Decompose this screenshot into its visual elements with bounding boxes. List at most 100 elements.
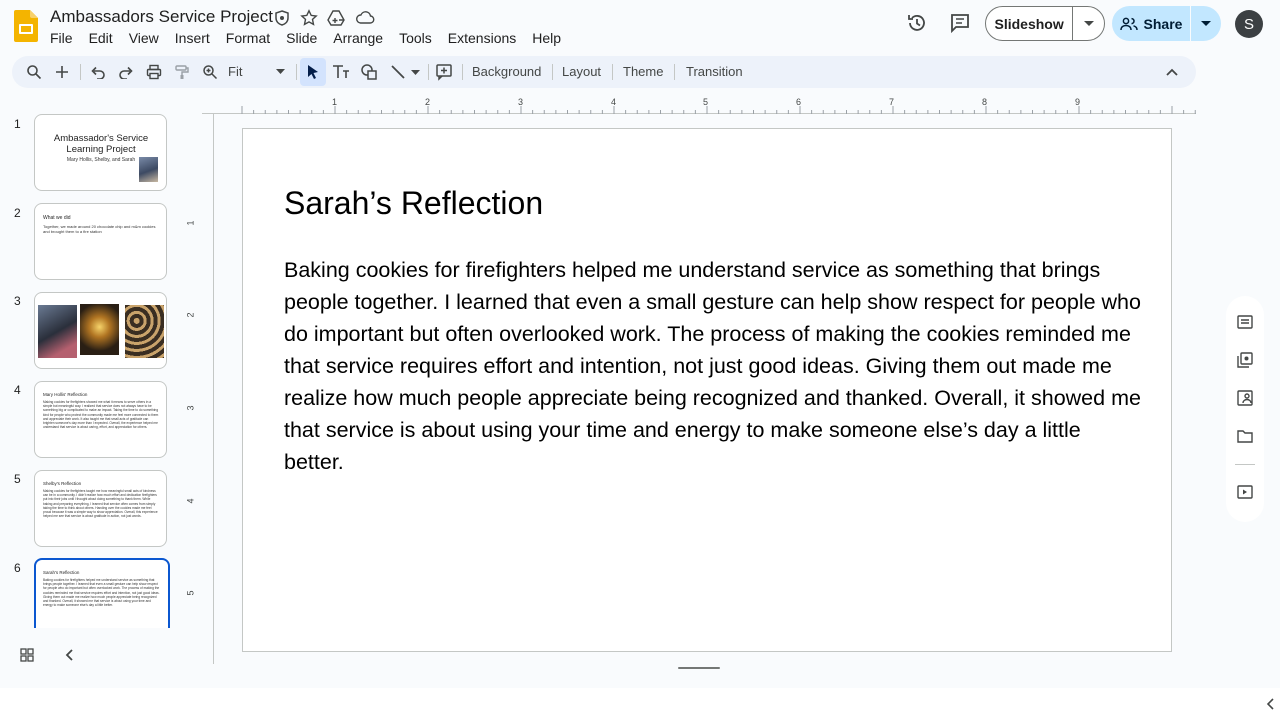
share-button[interactable]: Share [1112, 6, 1191, 41]
version-history-icon[interactable] [901, 7, 933, 39]
slide-thumbnail-3[interactable] [34, 292, 167, 369]
slide-notes-icon[interactable] [1235, 312, 1255, 332]
ruler-label: 2 [425, 97, 431, 107]
background-button[interactable]: Background [472, 64, 541, 79]
slide-thumbnail-5[interactable]: Shelby's Reflection Making cookies for f… [34, 470, 167, 547]
move-to-folder-icon[interactable] [273, 9, 291, 27]
zoom-select[interactable]: Fit [228, 64, 298, 79]
menu-arrange[interactable]: Arrange [325, 29, 391, 47]
thumbnail-subtitle: Mary Hollis, Shelby, and Sarah [66, 157, 136, 163]
horizontal-ruler[interactable]: 1 2 3 4 5 6 7 8 9 [202, 94, 1196, 114]
ruler-label: 4 [611, 97, 617, 107]
transition-button[interactable]: Transition [686, 64, 743, 79]
toolbar-divider [80, 64, 81, 80]
toolbar-divider [674, 64, 675, 80]
ruler-label: 5 [703, 97, 709, 107]
thumbnail-title: Mary Hollis' Reflection [43, 392, 88, 397]
thumbnail-title: Shelby's Reflection [43, 481, 82, 486]
layout-button[interactable]: Layout [562, 64, 601, 79]
toolbar-divider [428, 64, 429, 80]
collapse-filmstrip-icon[interactable] [64, 649, 78, 663]
ruler-label: 1 [332, 97, 338, 107]
menu-help[interactable]: Help [524, 29, 569, 47]
thumbnail-photo [80, 304, 119, 355]
ruler-label: 8 [982, 97, 988, 107]
document-title[interactable]: Ambassadors Service Project [50, 7, 273, 27]
select-tool-button[interactable] [300, 58, 326, 86]
thumbnail-photo [139, 157, 158, 182]
zoom-icon[interactable] [198, 60, 222, 84]
ruler-label: 2 [185, 312, 196, 318]
slide-thumbnail-6[interactable]: Sarah's Reflection Baking cookies for fi… [34, 558, 170, 628]
thumbnail-body: Together, we made around 20 chocolate ch… [43, 224, 156, 234]
slide-thumbnail-1[interactable]: Ambassador's Service Learning Project Ma… [34, 114, 167, 191]
filmstrip-footer [0, 640, 200, 672]
print-icon[interactable] [142, 60, 166, 84]
thumbnail-title: What we did [43, 215, 71, 221]
speaker-notes-handle[interactable] [678, 667, 720, 669]
search-menus-icon[interactable] [22, 60, 46, 84]
app-header: Ambassadors Service Project File Edit Vi… [0, 0, 1280, 52]
star-icon[interactable] [300, 9, 318, 27]
contacts-icon[interactable] [1235, 388, 1255, 408]
folder-icon[interactable] [1235, 426, 1255, 446]
slide-canvas[interactable]: Sarah’s Reflection Baking cookies for fi… [242, 128, 1172, 652]
caret-down-icon [410, 69, 420, 75]
toolbar: Fit Background Layout Theme Transition [12, 56, 1196, 88]
bottom-bar [0, 688, 1280, 719]
menu-tools[interactable]: Tools [391, 29, 440, 47]
redo-icon[interactable] [114, 60, 138, 84]
slideshow-panel-icon[interactable] [1235, 482, 1255, 502]
menu-insert[interactable]: Insert [167, 29, 218, 47]
toolbar-divider [296, 64, 297, 80]
slides-logo-icon[interactable] [14, 10, 38, 42]
share-button-group: Share [1112, 6, 1221, 41]
text-box-icon[interactable] [329, 60, 353, 84]
ruler-label: 9 [1075, 97, 1081, 107]
thumbnail-body: Baking cookies for firefighters helped m… [43, 578, 160, 608]
menu-bar: File Edit View Insert Format Slide Arran… [42, 29, 569, 47]
vertical-ruler[interactable]: 1 2 3 4 5 [186, 114, 214, 664]
slide-number: 6 [14, 561, 21, 575]
slide-thumbnail-2[interactable]: What we did Together, we made around 20 … [34, 203, 167, 280]
menu-slide[interactable]: Slide [278, 29, 325, 47]
share-dropdown-button[interactable] [1191, 6, 1221, 41]
slide-body-text[interactable]: Baking cookies for firefighters helped m… [284, 254, 1144, 478]
keep-icon[interactable] [1235, 350, 1255, 370]
ruler-label: 6 [796, 97, 802, 107]
comments-icon[interactable] [944, 7, 976, 39]
show-side-panel-icon[interactable] [1266, 698, 1278, 710]
cursor-arrow-icon [308, 65, 318, 79]
menu-format[interactable]: Format [218, 29, 278, 47]
add-comment-icon[interactable] [432, 60, 456, 84]
slide-thumbnail-4[interactable]: Mary Hollis' Reflection Making cookies f… [34, 381, 167, 458]
thumbnail-title: Ambassador's Service Learning Project [53, 133, 149, 155]
account-avatar[interactable]: S [1235, 10, 1263, 38]
ruler-label: 5 [185, 590, 196, 596]
ruler-ticks [241, 106, 1196, 114]
undo-icon[interactable] [86, 60, 110, 84]
line-type-dropdown[interactable] [408, 60, 422, 84]
menu-view[interactable]: View [121, 29, 167, 47]
line-icon[interactable] [386, 60, 410, 84]
slide-number: 1 [14, 117, 21, 131]
thumbnail-body: Making cookies for firefighters taught m… [43, 489, 158, 519]
grid-view-icon[interactable] [20, 648, 36, 664]
theme-button[interactable]: Theme [623, 64, 663, 79]
paint-format-icon[interactable] [170, 60, 194, 84]
thumbnail-body: Making cookies for firefighters showed m… [43, 400, 159, 430]
slideshow-button[interactable]: Slideshow [986, 7, 1074, 40]
slide-title[interactable]: Sarah’s Reflection [284, 185, 543, 222]
menu-extensions[interactable]: Extensions [440, 29, 524, 47]
collapse-toolbar-icon[interactable] [1160, 60, 1184, 84]
ruler-label: 3 [518, 97, 524, 107]
slideshow-dropdown-button[interactable] [1073, 7, 1104, 40]
new-slide-icon[interactable] [50, 60, 74, 84]
ruler-label: 7 [889, 97, 895, 107]
menu-edit[interactable]: Edit [81, 29, 121, 47]
drive-shortcut-icon[interactable] [326, 9, 345, 27]
thumbnail-photo [125, 305, 164, 358]
menu-file[interactable]: File [42, 29, 81, 47]
shape-icon[interactable] [357, 60, 381, 84]
cloud-saved-icon[interactable] [355, 9, 375, 27]
